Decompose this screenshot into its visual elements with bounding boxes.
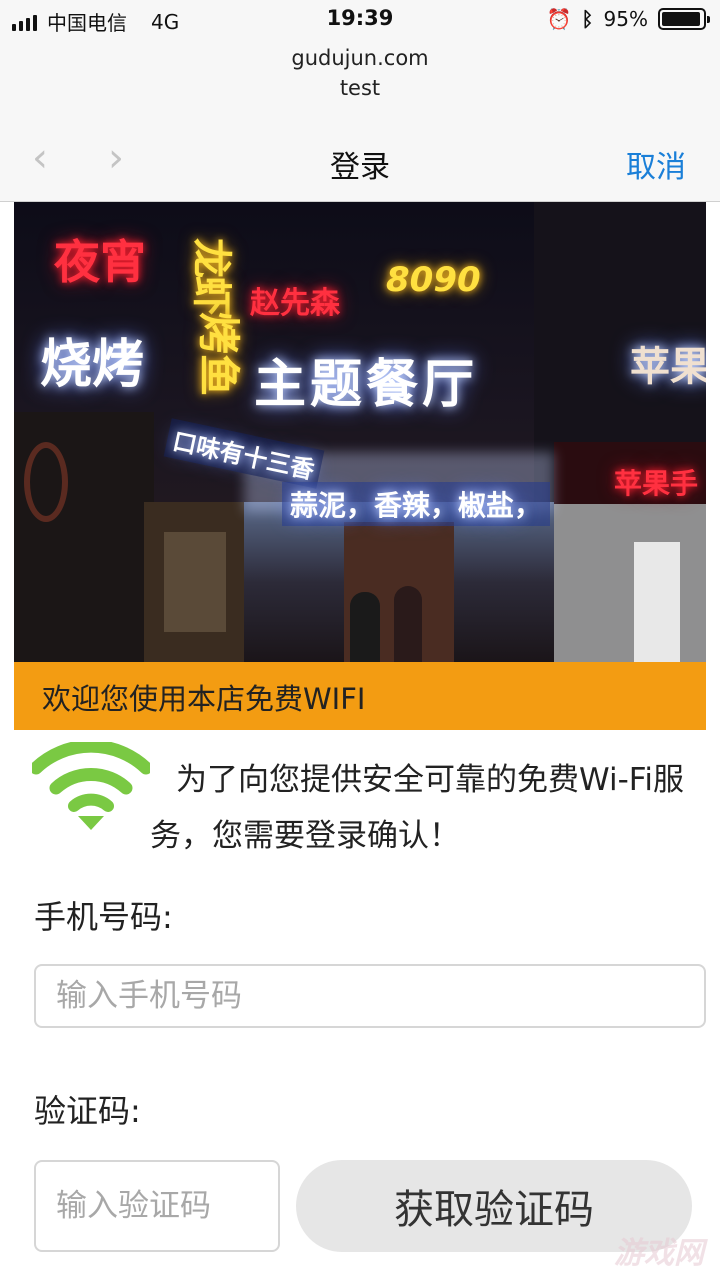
- neon-sign-apple-shop: 苹果手: [614, 467, 699, 500]
- neon-sign-apple: 苹果: [630, 344, 706, 390]
- login-info-text: 为了向您提供安全可靠的免费Wi-Fi服务，您需要登录确认！: [150, 762, 684, 854]
- phone-input[interactable]: [34, 964, 706, 1028]
- bluetooth-icon: ᛒ: [581, 7, 594, 31]
- neon-sign-flavors: 蒜泥，香辣，椒盐，: [282, 482, 551, 526]
- watermark: 游戏网: [614, 1236, 704, 1271]
- battery-percent: 95%: [603, 7, 648, 31]
- code-label: 验证码:: [34, 1092, 141, 1130]
- url-domain: gudujun.com: [291, 46, 429, 70]
- page-title: test: [339, 76, 381, 100]
- nav-bar: ‹ › 登录 取消: [0, 118, 720, 202]
- neon-sign-grilled-fish: 烤鱼: [194, 312, 243, 397]
- alarm-icon: ⏰: [546, 7, 572, 31]
- neon-sign-bbq: 烧烤: [40, 335, 145, 395]
- storefront-photo: 夜宵 龙虾 赵先森 8090 烧烤 烤鱼 主题餐厅 苹果 口味有十三香 蒜泥，香…: [14, 202, 706, 664]
- welcome-banner: 欢迎您使用本店免费WIFI: [14, 662, 706, 730]
- status-bar: 中国电信 4G 19:39 ⏰ ᛒ 95%: [0, 0, 720, 40]
- nav-title: 登录: [330, 150, 390, 185]
- wifi-icon: [32, 742, 150, 830]
- neon-sign-night-snack: 夜宵: [54, 235, 146, 289]
- battery-icon: [658, 8, 710, 30]
- neon-sign-8090: 8090: [386, 260, 481, 300]
- code-input[interactable]: [34, 1160, 280, 1252]
- neon-sign-restaurant: 主题餐厅: [254, 355, 479, 415]
- neon-sign-crayfish: 龙虾: [188, 238, 234, 314]
- phone-label: 手机号码:: [34, 898, 173, 936]
- neon-sign-zhao: 赵先森: [250, 286, 340, 321]
- welcome-text: 欢迎您使用本店免费WIFI: [42, 682, 366, 716]
- url-bar[interactable]: gudujun.com test: [0, 40, 720, 118]
- status-right: ⏰ ᛒ 95%: [546, 7, 710, 31]
- cancel-button[interactable]: 取消: [626, 142, 686, 186]
